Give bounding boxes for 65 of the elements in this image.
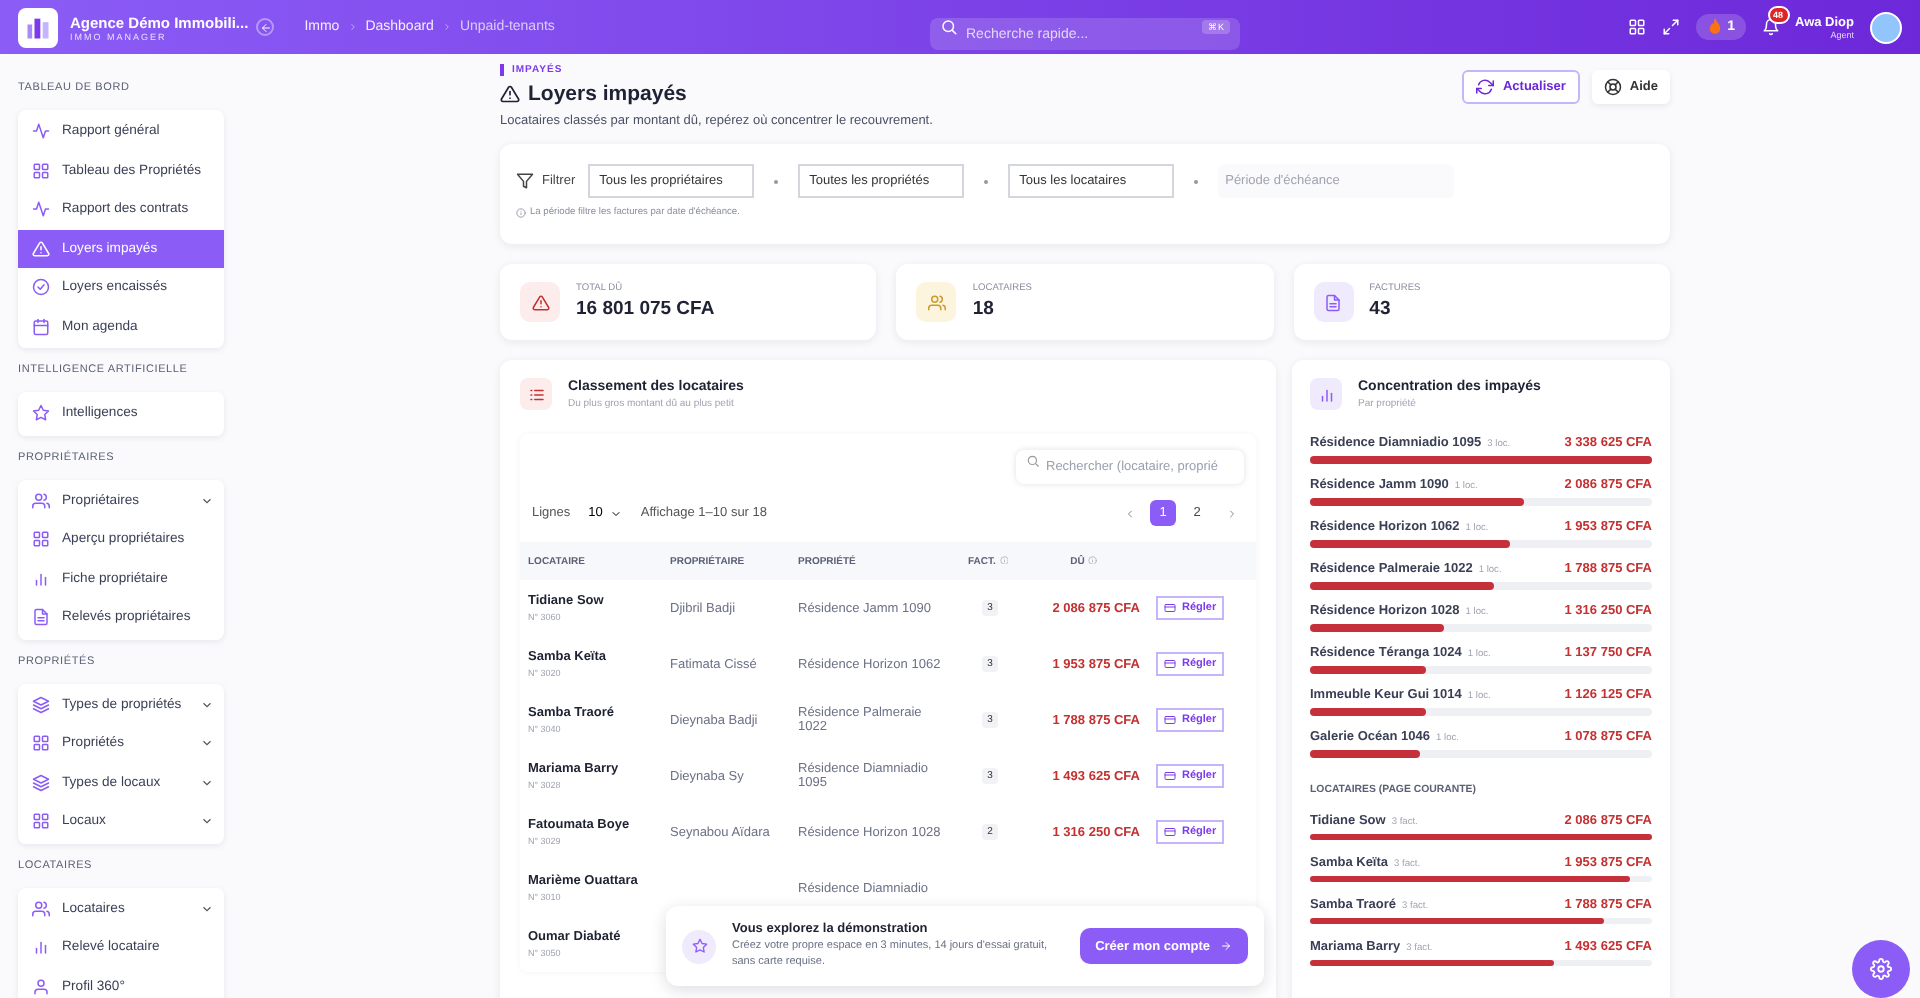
grid-icon <box>32 161 50 180</box>
layers-icon <box>32 773 50 792</box>
notifications-icon[interactable] <box>1761 18 1779 36</box>
chevron-down-icon[interactable] <box>200 775 214 790</box>
chevron-right-icon <box>441 22 452 32</box>
chevron-down-icon[interactable] <box>200 493 214 508</box>
arrow-right-icon <box>1220 940 1232 952</box>
chevron-down-icon <box>610 507 623 519</box>
calendar-icon <box>32 317 50 336</box>
card-icon <box>1164 602 1176 614</box>
chevron-down-icon[interactable] <box>200 736 214 751</box>
card-icon <box>1164 826 1176 838</box>
avatar[interactable] <box>1870 11 1902 43</box>
info-icon <box>1088 555 1098 565</box>
card-icon <box>1164 770 1176 782</box>
chevron-left-icon <box>1123 507 1135 519</box>
card-icon <box>1164 714 1176 726</box>
user-icon <box>32 977 50 996</box>
pulse-line-icon <box>32 200 50 219</box>
users-icon <box>32 491 50 510</box>
warning-icon <box>32 239 50 258</box>
chevron-right-icon <box>347 22 358 32</box>
flame-icon <box>1705 18 1724 36</box>
warning-icon <box>531 293 549 311</box>
apps-grid-icon[interactable] <box>1627 18 1646 36</box>
arrow-left-icon <box>259 21 272 33</box>
search-icon <box>940 18 958 36</box>
warning-icon <box>500 84 520 104</box>
separator-dot <box>983 179 988 183</box>
info-icon <box>999 555 1009 565</box>
users-icon <box>927 293 946 311</box>
chevron-right-icon <box>1225 507 1237 519</box>
fullscreen-icon[interactable] <box>1661 18 1680 36</box>
chevron-down-icon[interactable] <box>200 901 214 916</box>
users-icon <box>32 899 50 918</box>
star-icon <box>691 938 707 954</box>
stat-value: 16 801 075 CFA <box>576 298 715 320</box>
bar-chart-icon <box>1317 385 1335 403</box>
layers-icon <box>32 695 50 714</box>
pulse-line-icon <box>32 122 50 141</box>
bar-chart-icon <box>32 938 50 957</box>
settings-icon <box>1870 958 1892 980</box>
separator-dot <box>773 179 778 183</box>
check-circle-icon <box>32 278 50 297</box>
filter-icon <box>516 172 534 190</box>
stat-value: 18 <box>972 298 996 320</box>
page-title: Loyers impayés <box>528 82 687 106</box>
separator-dot <box>1193 179 1198 183</box>
settings-button[interactable] <box>1852 940 1910 998</box>
document-icon <box>32 608 50 627</box>
document-icon <box>1324 293 1343 311</box>
card-icon <box>1164 658 1176 670</box>
chevron-down-icon[interactable] <box>200 697 214 712</box>
bar-chart-icon <box>32 569 50 588</box>
star-icon <box>32 404 50 423</box>
search-icon <box>1026 454 1040 468</box>
grid-icon <box>32 530 50 549</box>
chevron-down-icon[interactable] <box>200 814 214 829</box>
lifebuoy-icon <box>1603 78 1622 96</box>
grid-icon <box>32 812 50 831</box>
grid-icon <box>32 734 50 753</box>
stat-value: 43 <box>1369 298 1393 320</box>
info-icon <box>516 208 526 218</box>
logo-icon <box>18 7 58 47</box>
refresh-icon <box>1476 78 1495 96</box>
